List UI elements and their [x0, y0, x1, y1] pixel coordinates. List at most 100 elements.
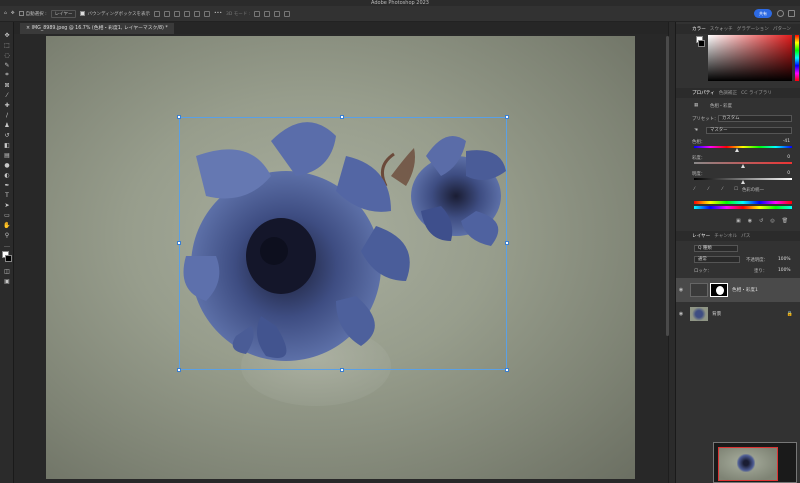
hue-slider-track[interactable]	[694, 146, 792, 148]
more-tools-icon[interactable]: …	[0, 240, 14, 250]
auto-select-checkbox[interactable]: 自動選択 :	[18, 10, 47, 17]
more-options-icon[interactable]: •••	[214, 11, 222, 16]
brush-tool-icon[interactable]: ∕	[0, 110, 14, 120]
transform-handle-top[interactable]	[340, 115, 344, 119]
healing-brush-tool-icon[interactable]: ✚	[0, 100, 14, 110]
saturation-value[interactable]: 0	[787, 155, 790, 160]
tab-adjustments[interactable]: 色調補正	[719, 90, 737, 96]
tab-channels[interactable]: チャンネル	[714, 233, 737, 239]
tab-patterns[interactable]: パターン	[773, 26, 791, 32]
search-icon[interactable]	[777, 10, 784, 17]
lightness-value[interactable]: 0	[787, 171, 790, 176]
saturation-slider-thumb[interactable]	[741, 164, 745, 168]
navigator-thumbnail[interactable]	[713, 442, 797, 483]
hue-saturation-icon: ▦	[694, 103, 699, 108]
hue-strip[interactable]	[795, 35, 799, 81]
bounding-box-checkbox[interactable]: バウンディングボックスを表示	[80, 10, 151, 17]
channel-select[interactable]: マスター	[706, 127, 792, 134]
eyedropper-icon[interactable]: ⁄	[694, 187, 695, 192]
hand-tool-icon[interactable]: ✋	[0, 220, 14, 230]
screen-mode-icon[interactable]: ▣	[0, 276, 14, 286]
layer-mode-select[interactable]: レイヤー	[50, 9, 77, 18]
align-left-icon[interactable]	[154, 10, 161, 17]
blur-tool-icon[interactable]: ●	[0, 160, 14, 170]
tab-gradients[interactable]: グラデーション	[737, 26, 769, 32]
navigator-view-box[interactable]	[718, 447, 778, 481]
quick-select-tool-icon[interactable]: ✎	[0, 60, 14, 70]
blend-mode-select[interactable]: 通常	[694, 256, 740, 263]
frame-tool-icon[interactable]: ⊠	[0, 80, 14, 90]
path-select-tool-icon[interactable]: ➤	[0, 200, 14, 210]
eye-icon[interactable]: ◉	[676, 287, 686, 293]
hue-slider-thumb[interactable]	[735, 148, 740, 152]
move-tool-icon[interactable]: ✥	[11, 11, 15, 16]
history-brush-tool-icon[interactable]: ↺	[0, 130, 14, 140]
zoom-tool-icon[interactable]: ⚲	[0, 230, 14, 240]
lightness-slider-thumb[interactable]	[741, 180, 745, 184]
home-icon[interactable]: ⌂	[4, 11, 7, 16]
crop-tool-icon[interactable]: ⌗	[0, 70, 14, 80]
target-adjust-icon[interactable]: ☚	[694, 128, 698, 133]
view-previous-icon[interactable]: ◉	[748, 218, 752, 224]
move-tool-icon[interactable]: ✥	[0, 30, 14, 40]
align-middle-icon[interactable]	[194, 10, 201, 17]
fill-value[interactable]: 100%	[778, 268, 791, 273]
quick-mask-icon[interactable]: ◫	[0, 266, 14, 276]
color-panel-tabs: カラー スウォッチ グラデーション パターン	[676, 24, 800, 34]
reset-icon[interactable]: ↺	[759, 218, 763, 224]
bounding-box-label: バウンディングボックスを表示	[87, 11, 151, 17]
layer-row-adjustment[interactable]: ◉ 色相・彩度1	[676, 278, 800, 302]
visibility-icon[interactable]: ◎	[770, 218, 774, 224]
tab-swatches[interactable]: スウォッチ	[710, 26, 733, 32]
tab-paths[interactable]: パス	[741, 233, 750, 239]
layer-mask-thumbnail[interactable]	[710, 283, 728, 297]
tab-layers[interactable]: レイヤー	[692, 233, 710, 239]
transform-handle-bottom[interactable]	[340, 368, 344, 372]
tab-color[interactable]: カラー	[692, 26, 706, 32]
roll-3d-icon[interactable]	[264, 10, 271, 17]
gradient-tool-icon[interactable]: ▤	[0, 150, 14, 160]
lasso-tool-icon[interactable]: ◌	[0, 50, 14, 60]
document-tab[interactable]: × IMG_8989.jpeg @ 16.7% (色相・彩度1, レイヤーマスク…	[20, 23, 174, 34]
stamp-tool-icon[interactable]: ♟	[0, 120, 14, 130]
align-center-icon[interactable]	[164, 10, 171, 17]
tab-properties[interactable]: プロパティ	[692, 90, 715, 96]
align-top-icon[interactable]	[184, 10, 191, 17]
align-bottom-icon[interactable]	[204, 10, 211, 17]
type-tool-icon[interactable]: T	[0, 190, 14, 200]
eraser-tool-icon[interactable]: ◧	[0, 140, 14, 150]
pen-tool-icon[interactable]: ✒	[0, 180, 14, 190]
layer-kind-filter[interactable]: Q 種類	[694, 245, 738, 252]
color-swatches[interactable]	[0, 250, 13, 266]
transform-handle-bottom-right[interactable]	[505, 368, 509, 372]
delete-icon[interactable]: 🗑	[782, 218, 788, 224]
transform-handle-top-right[interactable]	[505, 115, 509, 119]
eyedropper-minus-icon[interactable]: ⁄	[722, 187, 723, 192]
clip-to-layer-icon[interactable]: ▣	[736, 218, 741, 224]
tab-cc-libraries[interactable]: CC ライブラリ	[741, 90, 772, 96]
colorize-checkbox[interactable]: ☐	[734, 187, 738, 192]
transform-handle-left[interactable]	[177, 241, 181, 245]
eyedropper-plus-icon[interactable]: ⁄	[708, 187, 709, 192]
background-swatch[interactable]	[698, 40, 705, 47]
workspace-icon[interactable]	[788, 10, 795, 17]
transform-handle-top-left[interactable]	[177, 115, 181, 119]
transform-handle-right[interactable]	[505, 241, 509, 245]
slide-3d-icon[interactable]	[284, 10, 291, 17]
preset-select[interactable]: カスタム	[718, 115, 792, 122]
opacity-value[interactable]: 100%	[778, 257, 791, 262]
transform-handle-bottom-left[interactable]	[177, 368, 181, 372]
marquee-tool-icon[interactable]: ⬚	[0, 40, 14, 50]
layer-row-background[interactable]: ◉ 背景 🔒	[676, 302, 800, 326]
transform-bounding-box[interactable]	[177, 115, 509, 372]
hue-value[interactable]: -41	[783, 139, 790, 144]
align-right-icon[interactable]	[174, 10, 181, 17]
orbit-3d-icon[interactable]	[254, 10, 261, 17]
pan-3d-icon[interactable]	[274, 10, 281, 17]
rectangle-tool-icon[interactable]: ▭	[0, 210, 14, 220]
eyedropper-tool-icon[interactable]: ⁄	[0, 90, 14, 100]
dodge-tool-icon[interactable]: ◐	[0, 170, 14, 180]
color-picker-field[interactable]	[708, 35, 792, 81]
share-button[interactable]: 共有	[754, 9, 772, 18]
eye-icon[interactable]: ◉	[676, 311, 686, 317]
